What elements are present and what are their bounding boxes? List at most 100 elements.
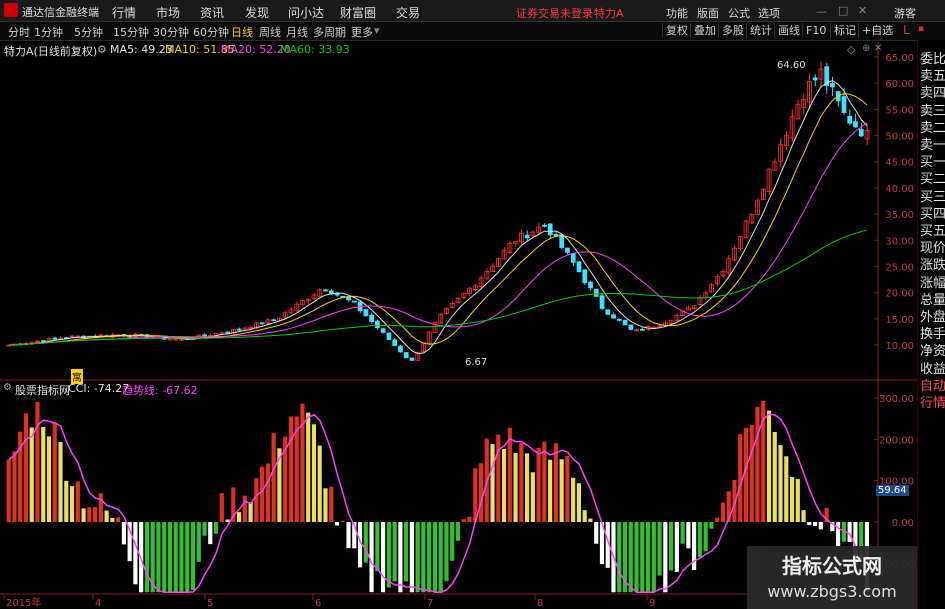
side-item-1[interactable]: 卖五 bbox=[920, 65, 945, 84]
candle-body bbox=[202, 334, 207, 337]
candle-body bbox=[559, 234, 565, 248]
restore-icon[interactable]: □ bbox=[838, 4, 848, 17]
side-item-4[interactable]: 卖二 bbox=[920, 117, 945, 136]
side-item-18[interactable]: 收益 bbox=[920, 358, 945, 377]
cci-bar bbox=[582, 510, 587, 522]
candle-body bbox=[547, 223, 553, 236]
side-item-16[interactable]: 换手 bbox=[920, 323, 945, 342]
cci-bar bbox=[23, 413, 29, 522]
cci-current-value: 59.64 bbox=[876, 485, 909, 496]
side-item-6[interactable]: 买一 bbox=[920, 151, 945, 170]
settings-gear-icon[interactable]: ⚙ bbox=[97, 43, 107, 56]
side-item-3[interactable]: 卖三 bbox=[920, 100, 945, 119]
multi-stock-button[interactable]: 多股 bbox=[718, 23, 747, 38]
side-item-8[interactable]: 买三 bbox=[920, 186, 945, 205]
price-tick-label: 60.00 bbox=[885, 79, 914, 90]
menu-news[interactable]: 资讯 bbox=[200, 4, 224, 21]
minimize-icon[interactable]: — bbox=[816, 5, 827, 18]
time-tick-label: 9 bbox=[649, 598, 655, 609]
draw-button[interactable]: 画线 bbox=[774, 23, 803, 38]
add-favorite-button[interactable]: +自选 bbox=[858, 23, 896, 38]
panel-close-icon[interactable]: ✕ bbox=[874, 43, 882, 54]
period-30min[interactable]: 30分钟 bbox=[153, 24, 189, 40]
cci-bar bbox=[179, 522, 184, 593]
side-item-9[interactable]: 买四 bbox=[920, 203, 945, 222]
period-15min[interactable]: 15分钟 bbox=[113, 24, 149, 40]
cci-bar bbox=[329, 486, 334, 522]
adjust-button[interactable]: 复权 bbox=[662, 23, 691, 38]
side-item-10[interactable]: 买五 bbox=[920, 220, 945, 239]
period-1min[interactable]: 1分钟 bbox=[34, 24, 63, 40]
menu-wealth[interactable]: 财富圈 bbox=[340, 4, 376, 21]
cci-bar bbox=[473, 468, 478, 522]
period-tick[interactable]: 分时 bbox=[8, 24, 30, 40]
candle-body bbox=[853, 121, 858, 128]
time-axis: 2015年 4 5 6 7 8 9 bbox=[3, 594, 655, 609]
guest-user[interactable]: 游客 bbox=[894, 5, 916, 21]
candle-body bbox=[593, 288, 599, 297]
cci-bar bbox=[363, 522, 368, 563]
side-item-15[interactable]: 外盘 bbox=[920, 306, 945, 325]
period-monthly[interactable]: 月线 bbox=[286, 24, 308, 40]
menu-market[interactable]: 市场 bbox=[156, 4, 180, 21]
statistics-button[interactable]: 统计 bbox=[746, 23, 775, 38]
side-item-13[interactable]: 涨幅 bbox=[920, 272, 945, 291]
period-60min[interactable]: 60分钟 bbox=[193, 24, 229, 40]
side-item-12[interactable]: 涨跌 bbox=[920, 254, 945, 273]
close-icon[interactable]: ✕ bbox=[858, 4, 867, 17]
candle-body bbox=[605, 309, 611, 315]
expand-icon[interactable]: ⊕ bbox=[862, 43, 870, 54]
menu-options[interactable]: 选项 bbox=[758, 5, 780, 21]
period-more[interactable]: 更多 bbox=[351, 24, 373, 40]
period-weekly[interactable]: 周线 bbox=[259, 24, 281, 40]
diamond-icon[interactable]: ◇ bbox=[847, 43, 855, 56]
side-item-17[interactable]: 净资 bbox=[920, 340, 945, 359]
candle-body bbox=[858, 128, 864, 137]
cci-bar bbox=[617, 522, 622, 593]
more-chevron-icon[interactable]: ▾ bbox=[374, 24, 380, 37]
cci-bar bbox=[409, 522, 414, 593]
cci-panel-title: 股票指标网 bbox=[15, 384, 70, 397]
menu-layout[interactable]: 版面 bbox=[697, 5, 719, 21]
menu-function[interactable]: 功能 bbox=[666, 5, 688, 21]
side-item-7[interactable]: 买二 bbox=[920, 168, 945, 187]
cci-bar bbox=[196, 522, 201, 562]
price-tick-label: 15.00 bbox=[885, 315, 914, 326]
cci-bar bbox=[375, 522, 380, 572]
candle-body bbox=[599, 295, 605, 309]
menu-ask[interactable]: 问小达 bbox=[288, 4, 324, 21]
current-stock-name: 特力A bbox=[594, 7, 624, 20]
side-item-2[interactable]: 卖四 bbox=[920, 82, 945, 101]
login-warning[interactable]: 证券交易未登录 bbox=[516, 5, 593, 21]
indicator-gear-icon[interactable]: ⚙ bbox=[3, 382, 12, 393]
side-item-14[interactable]: 总量 bbox=[920, 289, 945, 308]
menu-discover[interactable]: 发现 bbox=[245, 4, 269, 21]
candle-body bbox=[259, 322, 265, 325]
cci-bar bbox=[628, 522, 633, 593]
cci-bar bbox=[75, 481, 80, 522]
period-5min[interactable]: 5分钟 bbox=[74, 24, 103, 40]
cci-bar bbox=[651, 522, 656, 593]
cci-bar bbox=[340, 520, 345, 522]
side-item-11[interactable]: 现价 bbox=[920, 237, 945, 256]
chart-area[interactable]: 65.0060.0055.0050.0045.0040.0035.0030.00… bbox=[0, 40, 917, 609]
cci-bar bbox=[663, 522, 668, 593]
cci-bar bbox=[156, 522, 161, 593]
period-daily[interactable]: 日线 bbox=[231, 24, 253, 40]
price-tick-label: 20.00 bbox=[885, 289, 914, 300]
side-item-20[interactable]: 行情 bbox=[920, 392, 945, 411]
period-multi[interactable]: 多周期 bbox=[313, 24, 346, 40]
watermark-title: 指标公式网 bbox=[782, 554, 882, 578]
overlay-button[interactable]: 叠加 bbox=[690, 23, 719, 38]
cci-bar bbox=[807, 522, 812, 526]
candle-body bbox=[346, 296, 352, 301]
menu-bar: 通达信金融终端 行情 市场 资讯 发现 问小达 财富圈 交易 证券交易未登录 特… bbox=[0, 0, 945, 22]
side-item-0[interactable]: 委比 bbox=[920, 48, 945, 67]
menu-quotes[interactable]: 行情 bbox=[112, 4, 136, 21]
menu-formula[interactable]: 公式 bbox=[728, 5, 750, 21]
side-item-19[interactable]: 自动 bbox=[920, 375, 945, 394]
f10-button[interactable]: F10 bbox=[802, 23, 829, 38]
menu-trade[interactable]: 交易 bbox=[396, 4, 420, 21]
mark-button[interactable]: 标记 bbox=[830, 23, 859, 38]
side-item-5[interactable]: 卖一 bbox=[920, 134, 945, 153]
